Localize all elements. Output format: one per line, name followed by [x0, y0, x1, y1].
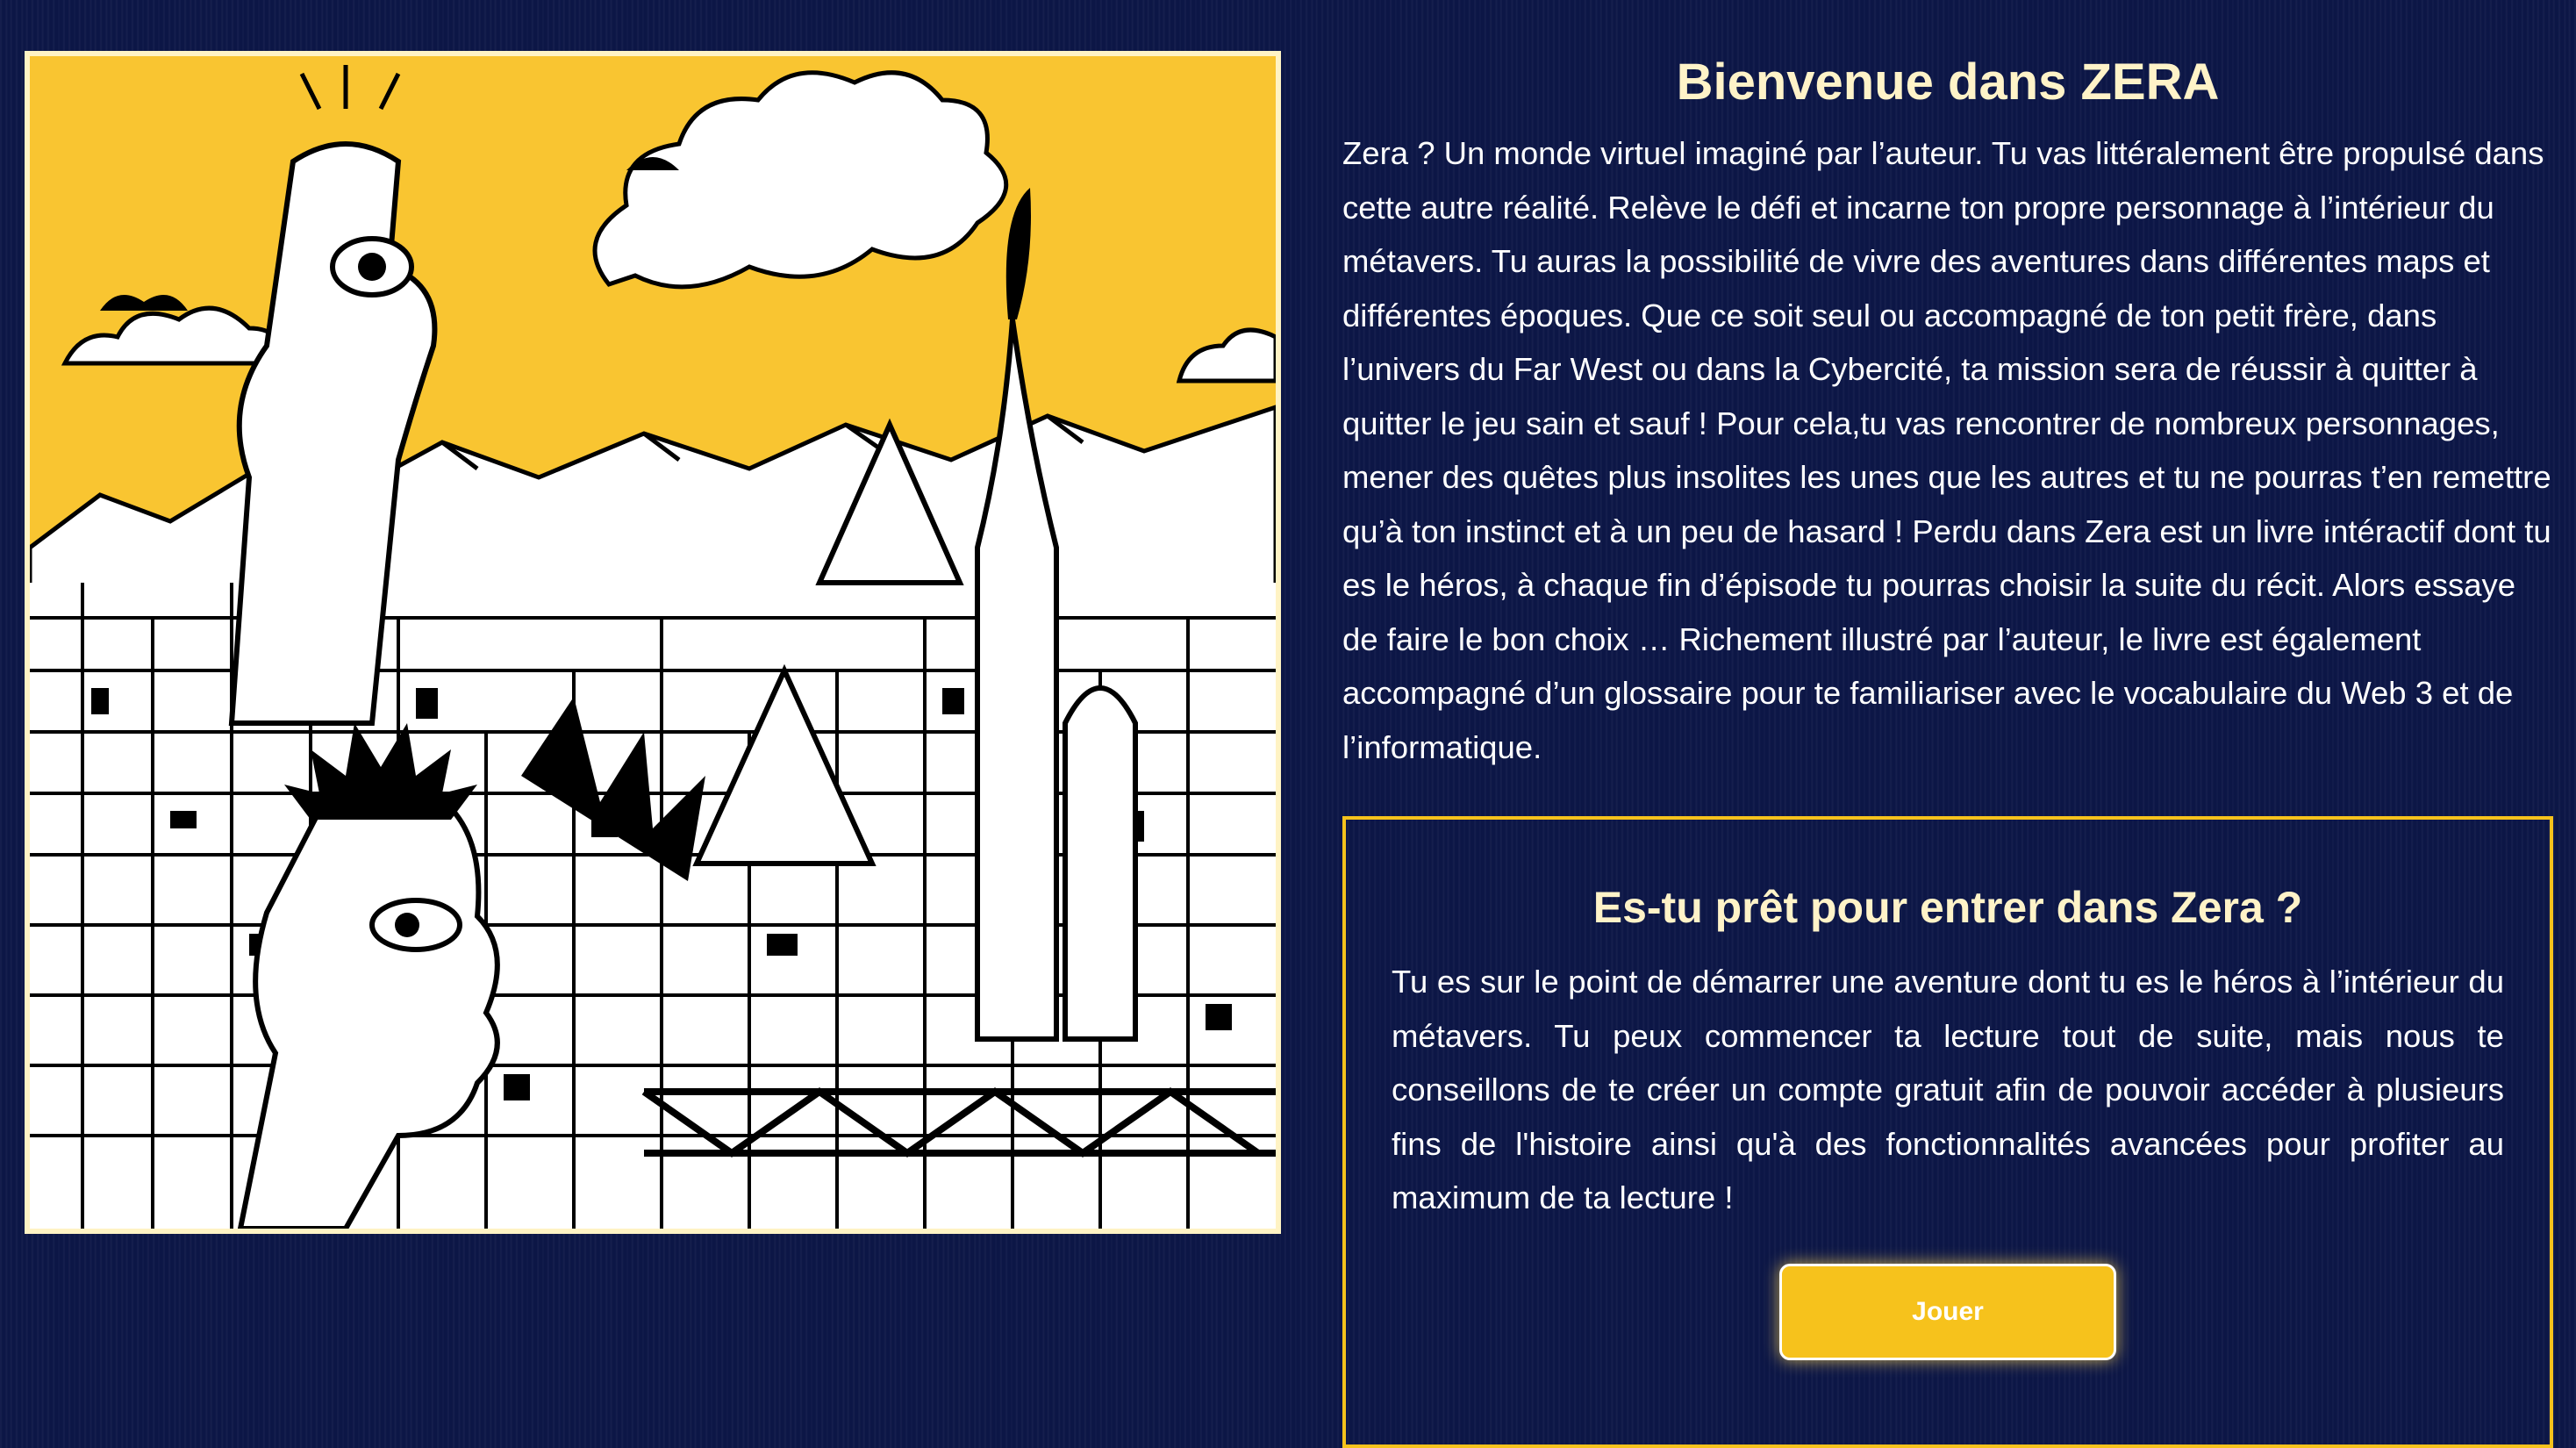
- welcome-section: Bienvenue dans ZERA Zera ? Un monde virt…: [1342, 51, 2553, 774]
- welcome-title: Bienvenue dans ZERA: [1676, 54, 2220, 111]
- zera-illustration: [25, 51, 1281, 1234]
- play-button[interactable]: Jouer: [1779, 1264, 2116, 1360]
- cta-box: Es-tu prêt pour entrer dans Zera ? Tu es…: [1342, 816, 2553, 1448]
- cta-text: Tu es sur le point de démarrer une avent…: [1392, 964, 2504, 1215]
- welcome-text: Zera ? Un monde virtuel imaginé par l’au…: [1342, 135, 2551, 765]
- metaverse-doodle-illustration-icon: [30, 56, 1276, 1229]
- cta-title: Es-tu prêt pour entrer dans Zera ?: [1592, 883, 2303, 932]
